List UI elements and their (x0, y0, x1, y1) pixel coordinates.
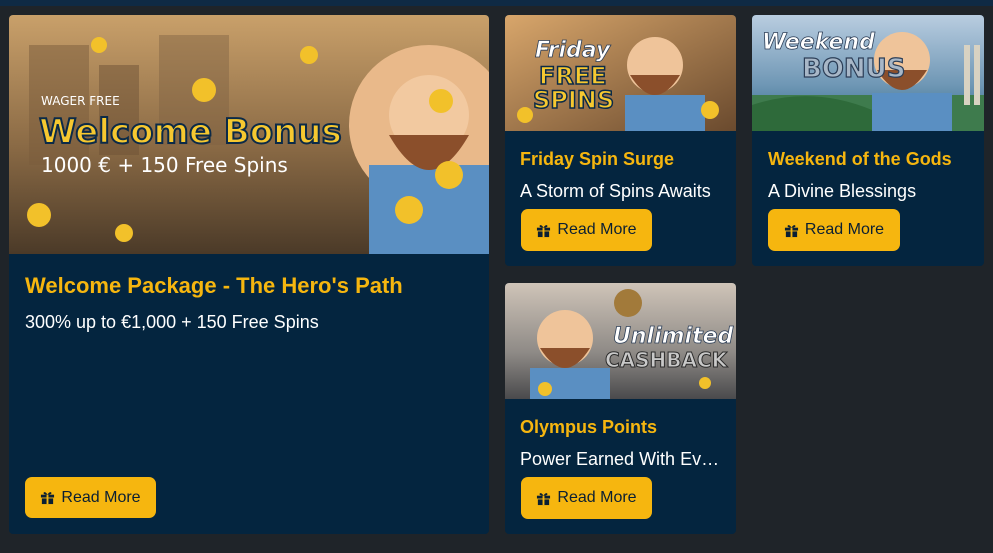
gift-icon (784, 224, 798, 237)
banner-text-1: Weekend (762, 30, 875, 55)
banner-text-1: Unlimited (613, 324, 734, 349)
promo-card-friday[interactable]: Friday FREE SPINS Friday Spin Surge A St… (505, 15, 736, 266)
read-more-button[interactable]: Read More (521, 209, 652, 251)
promo-banner-cashback[interactable]: Unlimited CASHBACK (505, 283, 736, 399)
read-more-label: Read More (557, 489, 637, 506)
promo-description: A Storm of Spins Awaits (520, 181, 711, 201)
promo-banner-friday[interactable]: Friday FREE SPINS (505, 15, 736, 131)
promo-description: 300% up to €1,000 + 150 Free Spins (25, 312, 319, 332)
promo-banner-weekend[interactable]: Weekend BONUS (752, 15, 984, 131)
promo-card-weekend[interactable]: Weekend BONUS Weekend of the Gods A Divi… (752, 15, 984, 266)
promo-title[interactable]: Friday Spin Surge (520, 149, 725, 170)
promo-title[interactable]: Welcome Package - The Hero's Path (25, 273, 475, 299)
banner-text-2: CASHBACK (605, 348, 729, 372)
banner-text-1: Friday (535, 38, 612, 63)
promo-banner-welcome[interactable]: WAGER FREE Welcome Bonus 1000 € + 150 Fr… (9, 15, 489, 254)
top-bar (0, 0, 993, 6)
promo-title[interactable]: Weekend of the Gods (768, 149, 973, 170)
banner-text-2: Welcome Bonus (39, 112, 342, 152)
banner-text-3: 1000 € + 150 Free Spins (41, 153, 288, 177)
promo-description: Power Earned With Every Bet (520, 449, 725, 469)
promo-card-welcome[interactable]: WAGER FREE Welcome Bonus 1000 € + 150 Fr… (9, 15, 489, 534)
read-more-button[interactable]: Read More (768, 209, 900, 251)
banner-text-1: WAGER FREE (41, 94, 120, 108)
gift-icon (41, 492, 55, 505)
read-more-label: Read More (804, 221, 885, 238)
read-more-button[interactable]: Read More (25, 477, 156, 518)
banner-text-2: BONUS (802, 54, 906, 84)
promo-description: A Divine Blessings (768, 181, 917, 201)
gift-icon (537, 492, 551, 505)
banner-text-3: SPINS (533, 86, 614, 114)
promo-card-olympus[interactable]: Unlimited CASHBACK Olympus Points Power … (505, 283, 736, 534)
read-more-label: Read More (557, 221, 637, 238)
read-more-label: Read More (61, 488, 141, 506)
gift-icon (537, 224, 551, 237)
promo-title[interactable]: Olympus Points (520, 417, 725, 438)
read-more-button[interactable]: Read More (521, 477, 652, 519)
